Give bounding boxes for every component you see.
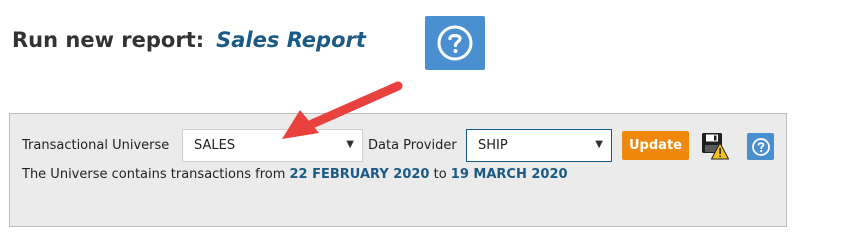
chevron-down-icon: ▼ xyxy=(595,139,603,150)
universe-date-range: The Universe contains transactions from … xyxy=(22,167,568,182)
help-question-icon xyxy=(437,25,473,61)
help-question-icon xyxy=(751,137,770,156)
provider-select-value: SHIP xyxy=(478,138,508,153)
date-to: 19 MARCH 2020 xyxy=(450,167,568,182)
universe-select-value: SALES xyxy=(194,138,236,153)
date-from: 22 FEBRUARY 2020 xyxy=(289,167,430,182)
update-button[interactable]: Update xyxy=(622,131,689,160)
provider-label: Data Provider xyxy=(368,138,457,153)
help-button-large[interactable] xyxy=(425,16,485,70)
provider-select[interactable]: SHIP ▼ xyxy=(466,129,612,162)
universe-label: Transactional Universe xyxy=(22,138,170,153)
info-prefix: The Universe contains transactions from xyxy=(22,167,286,182)
help-button-small[interactable] xyxy=(747,133,774,160)
save-warning-icon xyxy=(702,133,730,160)
report-name: Sales Report xyxy=(216,28,366,52)
chevron-down-icon: ▼ xyxy=(346,139,354,150)
report-page: Run new report: Sales Report Transaction… xyxy=(0,0,852,244)
page-title: Run new report: Sales Report xyxy=(12,28,366,52)
info-middle: to xyxy=(433,167,447,182)
save-warning-button[interactable] xyxy=(701,132,730,160)
universe-select[interactable]: SALES ▼ xyxy=(182,129,363,162)
title-prefix: Run new report: xyxy=(12,28,205,52)
